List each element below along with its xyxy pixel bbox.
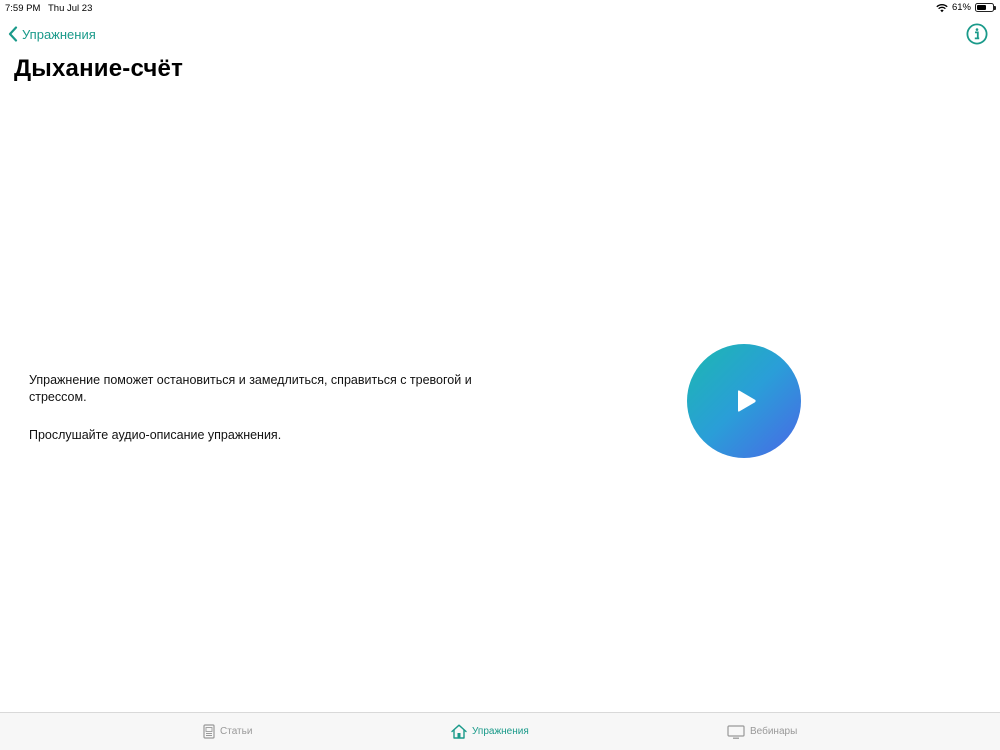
tab-webinars-label: Вебинары xyxy=(750,726,798,737)
chevron-left-icon xyxy=(8,26,18,42)
play-button[interactable] xyxy=(687,344,801,458)
status-bar: 7:59 PM Thu Jul 23 61% xyxy=(0,0,1000,16)
back-button-label: Упражнения xyxy=(22,26,96,42)
tab-webinars[interactable]: Вебинары xyxy=(727,713,797,750)
play-icon xyxy=(738,390,756,412)
status-date: Thu Jul 23 xyxy=(48,3,93,14)
tab-exercises[interactable]: Упражнения xyxy=(451,713,529,750)
battery-fill xyxy=(977,5,987,10)
description-instruction: Прослушайте аудио-описание упражнения. xyxy=(29,428,282,442)
description-paragraph: Упражнение поможет остановиться и замедл… xyxy=(29,373,472,404)
tab-bar: Статьи Упражнения Вебинары xyxy=(0,712,1000,750)
tab-articles-label: Статьи xyxy=(220,726,253,737)
status-indicators: 61% xyxy=(936,2,996,13)
back-button[interactable]: Упражнения xyxy=(8,24,96,44)
tab-exercises-label: Упражнения xyxy=(472,726,529,737)
article-icon xyxy=(203,724,215,739)
exercise-description: Упражнение поможет остановиться и замедл… xyxy=(29,372,509,444)
battery-percent: 61% xyxy=(951,2,971,13)
page-title: Дыхание-счёт xyxy=(14,55,184,82)
home-icon xyxy=(451,724,467,739)
wifi-icon xyxy=(936,3,948,12)
info-circle-icon[interactable] xyxy=(966,23,988,45)
tab-articles[interactable]: Статьи xyxy=(203,713,252,750)
monitor-icon xyxy=(727,724,745,739)
battery-icon xyxy=(975,3,996,12)
status-time: 7:59 PM xyxy=(5,3,41,14)
screen: 7:59 PM Thu Jul 23 61% Упражнения Дыхани… xyxy=(0,0,1000,750)
